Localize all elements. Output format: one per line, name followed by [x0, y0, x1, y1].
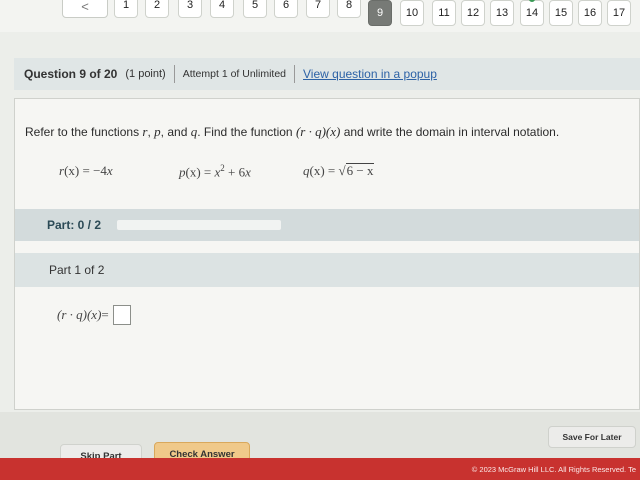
question-number-button[interactable]: 6 — [274, 0, 298, 18]
answer-row: (r · q)(x) = — [57, 305, 131, 325]
function-q: q(x) = √6 − x — [303, 163, 375, 179]
question-number-button[interactable]: 9 — [368, 0, 392, 26]
answer-equals: = — [101, 307, 109, 322]
part-status-bar: Part: 0 / 2 — [15, 209, 639, 241]
fn-arg: (x) — [185, 164, 201, 180]
prompt-text: , and — [160, 125, 188, 139]
function-r: r(x) = −4x — [59, 163, 113, 179]
question-number-button[interactable]: 8 — [337, 0, 361, 18]
answer-expression: (r · q)(x) — [57, 307, 102, 322]
copyright-bar: © 2023 McGraw Hill LLC. All Rights Reser… — [0, 458, 640, 480]
attempt-count: Attempt 1 of Unlimited — [182, 68, 287, 80]
prompt-text: , — [147, 125, 151, 139]
part-progress-bar — [117, 220, 282, 230]
question-number-button[interactable]: 10 — [400, 0, 424, 26]
fn-var: x — [245, 164, 251, 180]
chevron-left-icon: < — [81, 0, 89, 14]
completed-dot-icon — [529, 0, 535, 2]
question-header: Question 9 of 20 (1 point) Attempt 1 of … — [14, 58, 640, 90]
question-number-button[interactable]: 7 — [306, 0, 330, 18]
answer-input[interactable] — [112, 305, 131, 325]
fn-radicand: 6 − x — [345, 163, 375, 178]
question-points: (1 point) — [125, 68, 166, 80]
part-status-label: Part: 0 / 2 — [47, 218, 102, 232]
question-number-button[interactable]: 14 — [520, 0, 544, 26]
part-label-bar: Part 1 of 2 — [15, 253, 639, 287]
prompt-text: and write the domain in interval notatio… — [343, 125, 560, 139]
question-number-button[interactable]: 12 — [461, 0, 485, 26]
fn-eq: = −4 — [79, 163, 107, 178]
fn-eq: = √ — [324, 163, 346, 178]
divider — [173, 65, 175, 83]
fn-var: x — [106, 163, 113, 178]
question-number-button[interactable]: 16 — [578, 0, 602, 26]
part-label: Part 1 of 2 — [49, 263, 105, 277]
save-for-later-button[interactable]: Save For Later — [548, 426, 636, 448]
fn-arg: (x) — [64, 163, 80, 178]
view-in-popup-link[interactable]: View question in a popup — [303, 67, 437, 81]
previous-question-button[interactable]: < — [62, 0, 108, 18]
question-nav-strip: < 1 2 3 4 5 6 7 8 9 10 11 12 13 14 15 16 17 — [0, 0, 640, 32]
function-p: p(x) = x2 + 6x — [179, 163, 251, 180]
question-number-button[interactable]: 17 — [607, 0, 631, 26]
question-content: Refer to the functions r, p, and q. Find… — [14, 98, 640, 410]
question-number-button[interactable]: 3 — [178, 0, 202, 18]
question-number-button[interactable]: 4 — [210, 0, 234, 18]
question-number-button[interactable]: 13 — [490, 0, 514, 26]
question-number-button[interactable]: 1 — [114, 0, 138, 18]
question-title: Question 9 of 20 — [24, 67, 118, 81]
question-prompt: Refer to the functions r, p, and q. Find… — [25, 124, 559, 140]
prompt-text: Refer to the functions — [25, 125, 140, 139]
divider — [294, 65, 296, 83]
question-number-button[interactable]: 5 — [243, 0, 267, 18]
fn-rest: + 6 — [224, 164, 246, 180]
prompt-text: . Find the function — [197, 125, 293, 139]
math-composite: (r · q)(x) — [295, 124, 341, 139]
fn-eq: = — [200, 164, 215, 180]
question-number-button[interactable]: 2 — [145, 0, 169, 18]
question-number-button[interactable]: 15 — [549, 0, 573, 26]
fn-arg: (x) — [309, 163, 325, 178]
question-number-button[interactable]: 11 — [432, 0, 456, 26]
